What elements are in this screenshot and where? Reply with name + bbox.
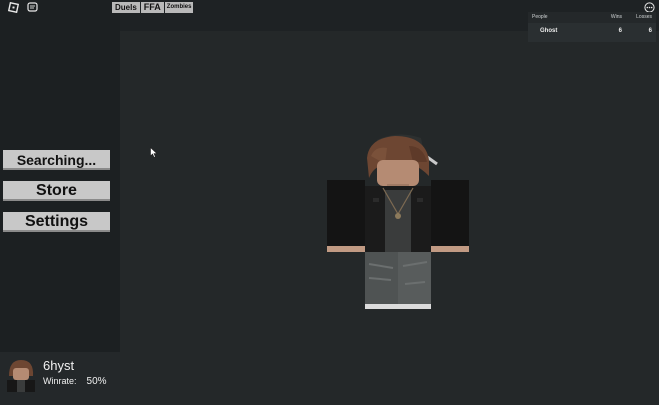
game-screen: Duels FFA Zombies People Wins Losses Gho…	[0, 0, 659, 405]
avatar	[3, 356, 39, 392]
profile-username: 6hyst	[43, 358, 75, 373]
player-character	[325, 128, 471, 312]
leaderboard-player-wins: 6	[618, 28, 622, 34]
profile-panel: 6hyst Winrate: 50%	[0, 352, 120, 405]
leaderboard-header: People Wins Losses	[528, 12, 656, 23]
roblox-icon[interactable]	[7, 1, 19, 13]
settings-button[interactable]: Settings	[3, 212, 110, 232]
mode-tabs: Duels FFA Zombies	[112, 2, 194, 13]
winrate-label: Winrate:	[43, 376, 77, 386]
winrate-value: 50%	[86, 376, 107, 387]
tab-duels[interactable]: Duels	[112, 2, 140, 13]
leaderboard-row[interactable]: Ghost 6 6	[528, 23, 656, 40]
leaderboard-header-losses: Losses	[636, 14, 652, 20]
searching-button[interactable]: Searching...	[3, 150, 110, 170]
chat-icon[interactable]	[26, 1, 38, 13]
tab-zombies[interactable]: Zombies	[164, 2, 194, 13]
leaderboard-player-name: Ghost	[540, 28, 558, 34]
leaderboard-header-people: People	[532, 14, 548, 20]
mouse-cursor-icon	[150, 145, 158, 158]
sidebar	[0, 0, 120, 405]
leaderboard-header-wins: Wins	[610, 14, 622, 20]
profile-winrate: Winrate: 50%	[43, 376, 107, 387]
store-button[interactable]: Store	[3, 181, 110, 201]
leaderboard: People Wins Losses Ghost 6 6	[528, 12, 656, 42]
tab-ffa[interactable]: FFA	[140, 2, 164, 13]
leaderboard-player-losses: 6	[648, 28, 652, 34]
